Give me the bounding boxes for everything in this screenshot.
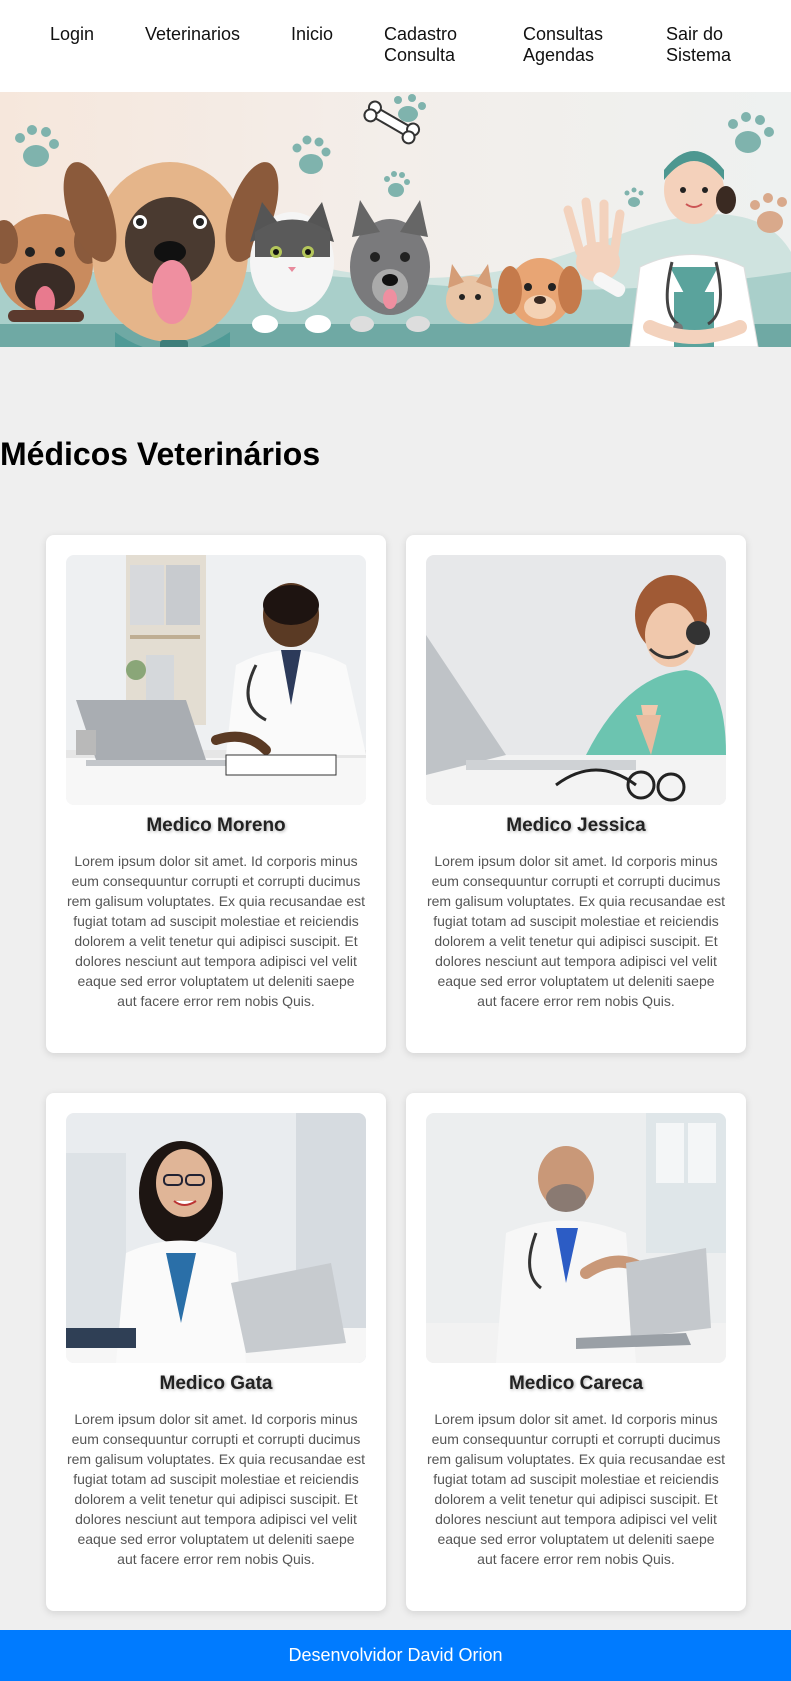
vet-description: Lorem ipsum dolor sit amet. Id corporis …: [426, 853, 726, 1009]
vet-name: Medico Moreno: [146, 815, 286, 836]
vet-card: Medico Careca Lorem ipsum dolor sit amet…: [406, 1093, 746, 1611]
vet-description: Lorem ipsum dolor sit amet. Id corporis …: [66, 853, 366, 1009]
vet-card: Medico Moreno Lorem ipsum dolor sit amet…: [46, 535, 386, 1053]
vet-headset-laptop-image: [426, 555, 726, 805]
nav-sair-link[interactable]: Sair do Sistema: [666, 24, 746, 66]
vet-card: Medico Jessica Lorem ipsum dolor sit ame…: [406, 535, 746, 1053]
vet-woman-glasses-laptop-image: [66, 1113, 366, 1363]
navbar: Login Veterinarios Inicio Cadastro Consu…: [0, 0, 791, 92]
vet-photo: [426, 1113, 726, 1363]
vet-photo: [66, 555, 366, 805]
page-title: Médicos Veterinários: [0, 436, 321, 472]
footer: Desenvolvidor David Orion: [0, 1630, 791, 1681]
vet-photo: [66, 1113, 366, 1363]
vet-bald-man-laptop-image: [426, 1113, 726, 1363]
vet-description: Lorem ipsum dolor sit amet. Id corporis …: [426, 1411, 726, 1567]
nav-veterinarios-link[interactable]: Veterinarios: [145, 24, 240, 45]
nav-consultas-agendas-link[interactable]: Consultas Agendas: [523, 24, 618, 66]
vet-name: Medico Careca: [508, 1373, 644, 1394]
vet-doctor-laptop-image: [66, 555, 366, 805]
vet-name: Medico Jessica: [506, 815, 646, 836]
pets-vet-banner-illustration: [0, 92, 791, 347]
nav-inicio-link[interactable]: Inicio: [291, 24, 333, 45]
vet-name: Medico Gata: [159, 1373, 273, 1394]
nav-cadastro-consulta-link[interactable]: Cadastro Consulta: [384, 24, 474, 66]
hero-banner: [0, 92, 791, 347]
nav-login-link[interactable]: Login: [50, 24, 94, 45]
vet-photo: [426, 555, 726, 805]
vet-card: Medico Gata Lorem ipsum dolor sit amet. …: [46, 1093, 386, 1611]
vet-description: Lorem ipsum dolor sit amet. Id corporis …: [66, 1411, 366, 1567]
footer-credit: Desenvolvidor David Orion: [288, 1645, 503, 1665]
